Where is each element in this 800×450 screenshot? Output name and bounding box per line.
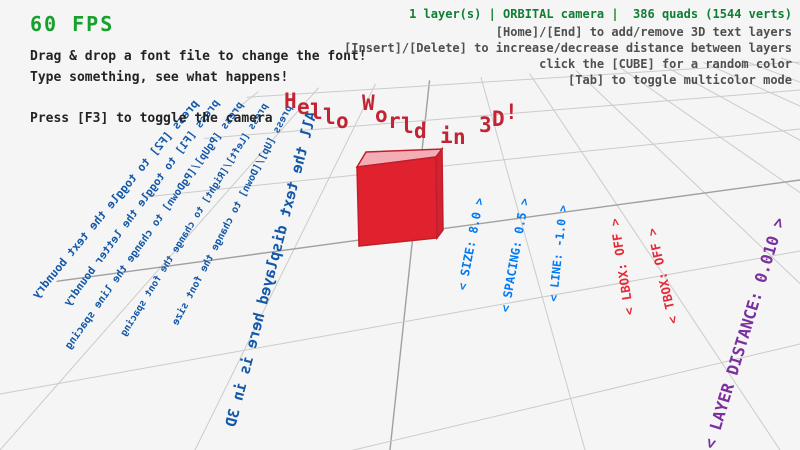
cube-front-face — [357, 157, 437, 246]
wave-char: l — [323, 107, 336, 128]
wave-char: l — [310, 102, 323, 123]
help-multicolor: [Tab] to toggle multicolor mode — [568, 74, 792, 86]
cube[interactable] — [357, 149, 443, 246]
status-bar: 1 layer(s) | ORBITAL camera | 386 quads … — [409, 8, 792, 20]
wave-char: o — [336, 111, 349, 132]
wave-char: ! — [505, 102, 518, 123]
wave-char: l — [401, 116, 414, 137]
fps-counter: 60 FPS — [30, 14, 114, 34]
hint-camera-toggle: Press [F3] to toggle the camera — [30, 112, 273, 125]
app-window: All the text displayed here is in 3Dpres… — [0, 0, 800, 450]
wave-char: H — [284, 91, 297, 112]
help-layer-distance: [Insert]/[Delete] to increase/decrease d… — [344, 42, 792, 54]
wave-char: W — [362, 93, 375, 114]
hint-dragdrop-font: Drag & drop a font file to change the fo… — [30, 50, 367, 63]
help-layers: [Home]/[End] to add/remove 3D text layer… — [496, 26, 792, 38]
wave-char: e — [297, 97, 310, 118]
wave-char: i — [440, 126, 453, 147]
wave-char: o — [375, 105, 388, 126]
wave-char: D — [492, 109, 505, 130]
wave-char: 3 — [479, 115, 492, 136]
hint-type-something: Type something, see what happens! — [30, 71, 288, 84]
wave-char: n — [453, 127, 466, 148]
help-cube-click: click the [CUBE] for a random color — [539, 58, 792, 70]
wave-char: r — [388, 111, 401, 132]
wave-char: d — [414, 121, 427, 142]
